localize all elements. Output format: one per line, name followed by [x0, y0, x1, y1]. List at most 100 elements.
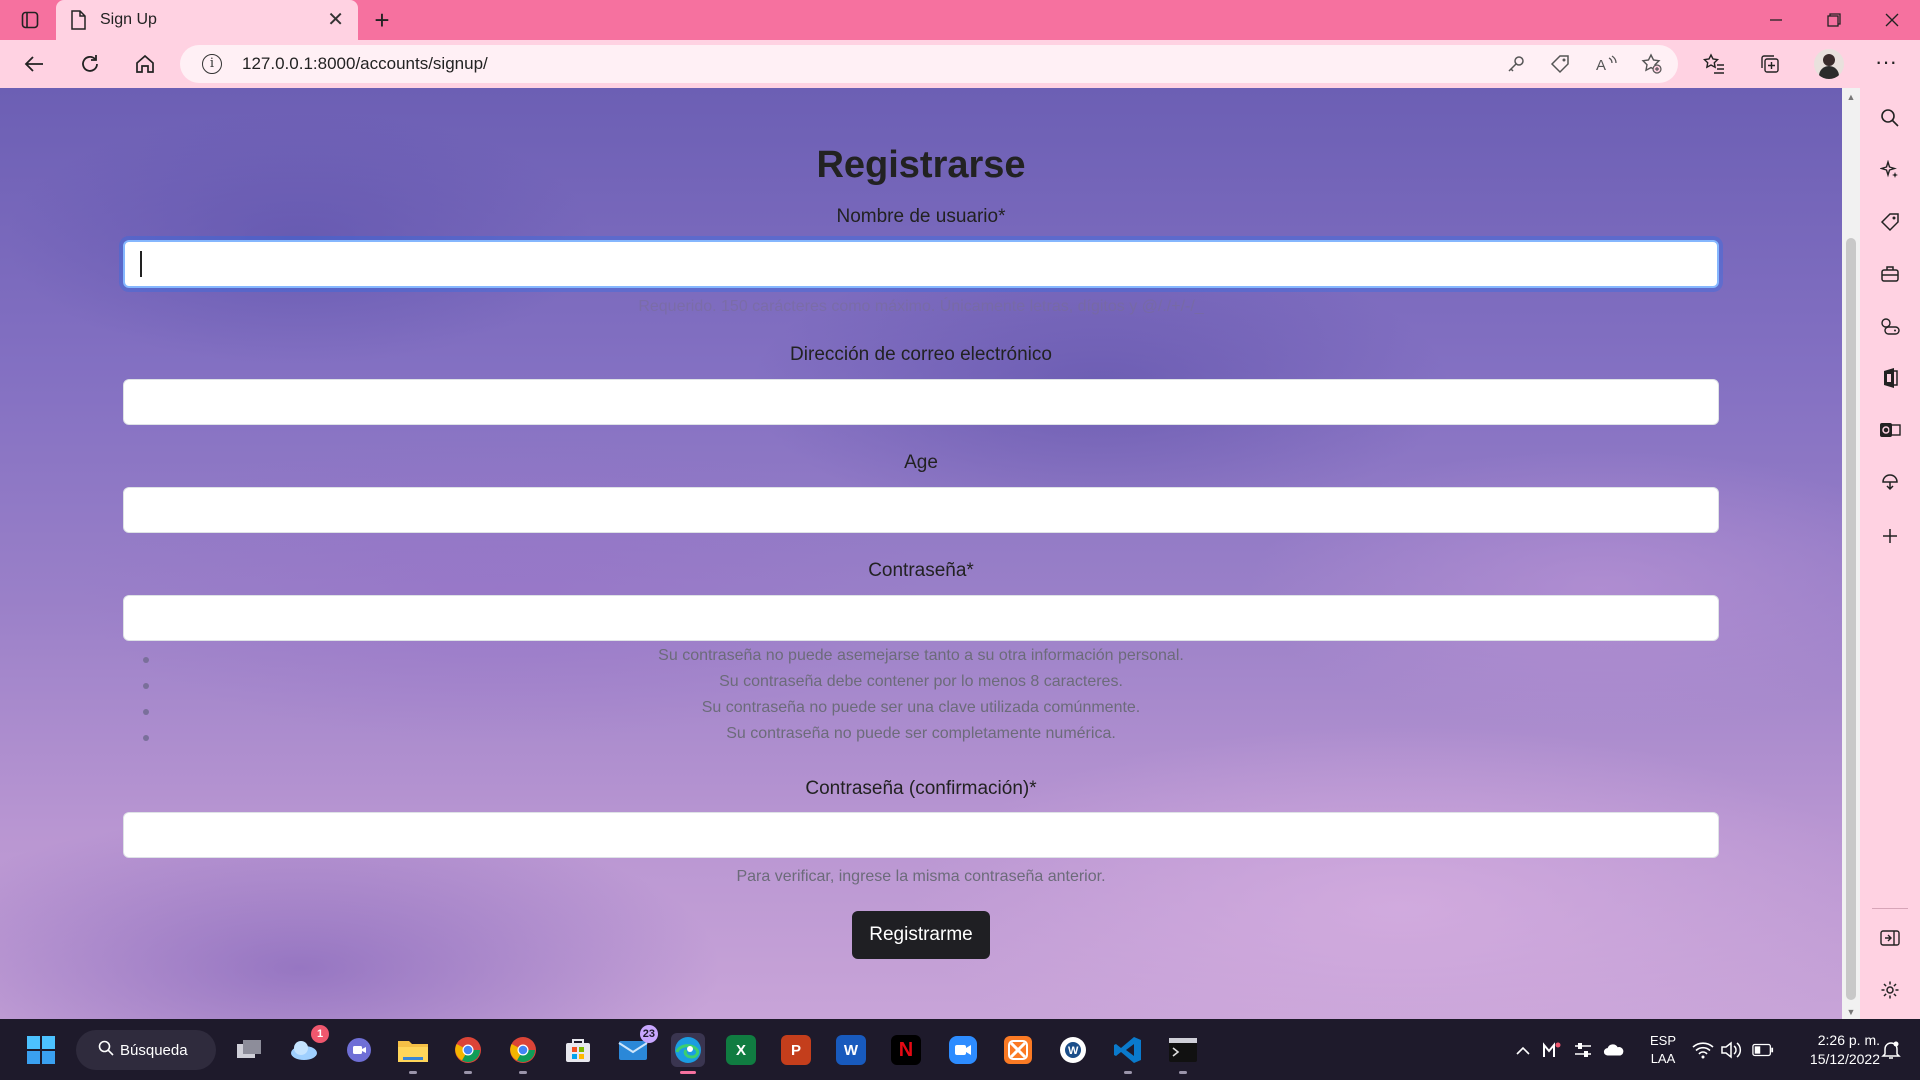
- xampp-icon[interactable]: [1001, 1033, 1035, 1067]
- word-icon[interactable]: W: [836, 1035, 866, 1065]
- scroll-up-arrow-icon[interactable]: ▲: [1846, 92, 1856, 102]
- copilot-sparkle-icon[interactable]: [1878, 158, 1902, 182]
- site-info-icon[interactable]: i: [202, 54, 222, 74]
- password-rule: Su contraseña no puede ser completamente…: [0, 725, 1842, 751]
- powerpoint-icon[interactable]: P: [781, 1035, 811, 1065]
- browser-toolbar: i 127.0.0.1:8000/accounts/signup/ A ···: [0, 40, 1920, 88]
- password-confirm-input[interactable]: [123, 812, 1719, 858]
- home-icon[interactable]: [129, 48, 161, 80]
- volume-icon[interactable]: [1720, 1039, 1742, 1061]
- taskbar-search[interactable]: Búsqueda: [76, 1030, 216, 1070]
- password-rule: Su contraseña debe contener por lo menos…: [0, 673, 1842, 699]
- reload-icon[interactable]: [74, 48, 106, 80]
- key-icon[interactable]: [1504, 52, 1528, 76]
- page-scrollbar[interactable]: ▲ ▼: [1842, 88, 1860, 1019]
- favorites-icon[interactable]: [1702, 52, 1726, 76]
- windows-start-icon[interactable]: [24, 1033, 58, 1067]
- windows-taskbar: Búsqueda 1 23 X P W N W ESP LAA 2:26 p. …: [0, 1019, 1920, 1080]
- office-icon[interactable]: [1878, 366, 1902, 390]
- email-input[interactable]: [123, 379, 1719, 425]
- tab-sign-up[interactable]: Sign Up ✕: [56, 0, 358, 40]
- svg-text:W: W: [1068, 1045, 1079, 1057]
- password-confirm-help-text: Para verificar, ingrese la misma contras…: [736, 868, 1106, 885]
- zoom-icon[interactable]: [946, 1033, 980, 1067]
- clock-date: 15/12/2022: [1809, 1050, 1880, 1067]
- terminal-icon[interactable]: [1166, 1033, 1200, 1074]
- clock[interactable]: 2:26 p. m. 15/12/2022: [1788, 1019, 1880, 1080]
- password-rule: Su contraseña no puede asemejarse tanto …: [0, 647, 1842, 673]
- sidebar-divider: [1872, 908, 1908, 909]
- onedrive-cloud-icon[interactable]: [1603, 1039, 1625, 1061]
- teams-chat-icon[interactable]: [342, 1033, 376, 1067]
- restore-icon[interactable]: [1806, 0, 1862, 40]
- more-options-icon[interactable]: ···: [1870, 48, 1902, 80]
- password-confirm-label: Contraseña (confirmación)*: [805, 778, 1037, 799]
- show-hidden-icons-chevron-up-icon[interactable]: [1512, 1039, 1534, 1061]
- age-input[interactable]: [123, 487, 1719, 533]
- tools-briefcase-icon[interactable]: [1878, 262, 1902, 286]
- hide-sidebar-icon[interactable]: [1878, 926, 1902, 950]
- tab-actions-icon[interactable]: [18, 8, 42, 32]
- page-content: Registrarse Nombre de usuario* Requerido…: [0, 88, 1842, 1019]
- profile-avatar[interactable]: [1814, 49, 1844, 79]
- language-indicator[interactable]: ESP LAA: [1643, 1019, 1683, 1080]
- app-circle-icon[interactable]: W: [1056, 1033, 1090, 1067]
- back-icon[interactable]: [18, 48, 50, 80]
- email-label: Dirección de correo electrónico: [790, 344, 1052, 365]
- weather-widget-icon[interactable]: 1: [287, 1025, 329, 1067]
- microsoft-store-icon[interactable]: [561, 1033, 595, 1067]
- games-icon[interactable]: [1878, 314, 1902, 338]
- weather-badge: 1: [311, 1025, 329, 1043]
- notifications-bell-icon[interactable]: [1880, 1039, 1902, 1061]
- password-input[interactable]: [123, 595, 1719, 641]
- scroll-down-arrow-icon[interactable]: ▼: [1846, 1007, 1856, 1017]
- coupon-tag-icon[interactable]: [1548, 52, 1572, 76]
- close-tab-icon[interactable]: ✕: [327, 10, 344, 30]
- password-label: Contraseña*: [868, 560, 974, 581]
- password-rule: Su contraseña no puede ser una clave uti…: [0, 699, 1842, 725]
- file-explorer-icon[interactable]: [396, 1033, 430, 1074]
- battery-icon[interactable]: [1752, 1039, 1774, 1061]
- tray-app-icon[interactable]: [1541, 1039, 1563, 1061]
- address-bar[interactable]: i 127.0.0.1:8000/accounts/signup/: [180, 45, 1678, 83]
- tab-title: Sign Up: [100, 11, 157, 28]
- wifi-icon[interactable]: [1692, 1039, 1714, 1061]
- tray-settings-sliders-icon[interactable]: [1572, 1039, 1594, 1061]
- settings-gear-icon[interactable]: [1878, 978, 1902, 1002]
- mail-icon[interactable]: 23: [616, 1025, 658, 1067]
- collections-icon[interactable]: [1758, 52, 1782, 76]
- submit-button[interactable]: Registrarme: [852, 911, 990, 959]
- language-code: ESP: [1649, 1032, 1676, 1048]
- chrome-icon[interactable]: [451, 1033, 485, 1074]
- browser-titlebar: Sign Up ✕ +: [0, 0, 1920, 40]
- search-icon[interactable]: [1878, 106, 1902, 130]
- shopping-tag-icon[interactable]: [1878, 210, 1902, 234]
- search-icon: [98, 1040, 114, 1060]
- read-aloud-icon[interactable]: A: [1594, 52, 1618, 76]
- add-favorite-icon[interactable]: [1640, 52, 1664, 76]
- new-tab-button[interactable]: +: [368, 6, 396, 34]
- mail-badge: 23: [639, 1025, 658, 1043]
- taskbar-search-label: Búsqueda: [120, 1041, 188, 1059]
- username-help-text: Requerido. 150 carácteres como máximo. Ú…: [638, 298, 1204, 315]
- password-rules-list: Su contraseña no puede asemejarse tanto …: [0, 647, 1842, 751]
- drop-icon[interactable]: [1878, 470, 1902, 494]
- svg-text:A: A: [1596, 57, 1606, 74]
- add-sidebar-app-icon[interactable]: [1878, 524, 1902, 548]
- outlook-icon[interactable]: [1878, 418, 1902, 442]
- age-label: Age: [904, 452, 938, 473]
- vscode-icon[interactable]: [1111, 1033, 1145, 1074]
- close-window-icon[interactable]: [1864, 0, 1920, 40]
- scrollbar-thumb[interactable]: [1846, 238, 1856, 1000]
- task-view-icon[interactable]: [232, 1033, 266, 1067]
- chrome-profile-icon[interactable]: [506, 1033, 540, 1074]
- address-url[interactable]: 127.0.0.1:8000/accounts/signup/: [242, 54, 488, 74]
- page-title: Registrarse: [816, 144, 1026, 186]
- edge-icon[interactable]: [671, 1033, 705, 1074]
- document-icon: [70, 10, 86, 30]
- clock-time: 2:26 p. m.: [1817, 1031, 1880, 1048]
- username-input[interactable]: [123, 240, 1719, 288]
- excel-icon[interactable]: X: [726, 1035, 756, 1065]
- minimize-icon[interactable]: [1748, 0, 1804, 40]
- netflix-icon[interactable]: N: [891, 1035, 921, 1065]
